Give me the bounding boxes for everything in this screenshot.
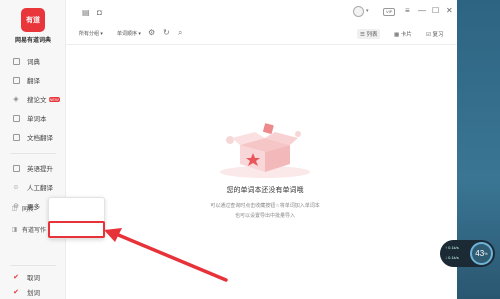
sidebar-item-english-boost[interactable]: 英语提升	[12, 162, 53, 174]
maximize-icon[interactable]: ☐	[432, 7, 439, 15]
menu-item-simultaneous[interactable]: ◫ 同传	[11, 204, 34, 213]
checkbox-checked-icon: ✔	[13, 289, 19, 296]
sidebar-divider	[10, 265, 56, 266]
notebook-icon[interactable]: ▤	[82, 8, 90, 17]
writing-icon: ◨	[11, 227, 18, 233]
network-speed-widget[interactable]: ↑ 0.1k/s ↓ 0.1k/s 43%	[440, 240, 495, 267]
camera-icon[interactable]: ◘	[97, 8, 102, 17]
menu-item-label: 同传	[22, 207, 35, 213]
group-filter-label: 所有分组	[79, 31, 100, 37]
app-name: 网易有道词典	[14, 38, 51, 44]
menu-item-label: 有道写作	[22, 228, 47, 234]
sidebar-item-label: 翻译	[27, 78, 40, 85]
new-badge: NEW	[48, 96, 60, 102]
usage-gauge: 43%	[470, 242, 493, 265]
translate-icon	[12, 76, 20, 84]
sort-label: 单词顺序	[117, 31, 138, 37]
sidebar-item-human-translate[interactable]: ☺ 人工翻译	[12, 181, 53, 193]
menu-item-writing[interactable]: ◨ 有道写作	[11, 225, 46, 234]
simultaneous-icon: ◫	[11, 206, 18, 212]
sidebar-item-label: 文档翻译	[27, 135, 53, 142]
empty-state-desc: 也可以设置导出中批量导入	[234, 213, 295, 219]
person-icon: ☺	[12, 183, 20, 191]
view-review-label: 复习	[432, 32, 444, 38]
review-icon: ☑	[426, 32, 431, 38]
paper-search-icon: ◈	[13, 96, 19, 103]
group-filter-dropdown[interactable]: 所有分组 ▾	[79, 30, 103, 37]
card-icon: ▦	[394, 32, 400, 38]
document-icon	[12, 133, 20, 141]
view-list-label: 列表	[366, 32, 378, 38]
usage-unit: %	[484, 251, 488, 256]
highlight-box	[48, 221, 105, 238]
dictionary-icon	[12, 57, 20, 65]
upload-icon: ↑	[445, 245, 447, 250]
wordbook-icon	[12, 114, 20, 122]
sidebar-item-label: 英语提升	[27, 166, 53, 173]
annotation-arrow	[104, 228, 228, 282]
sidebar-item-label: 搜论文	[27, 97, 47, 104]
app-window: 有道 网易有道词典 词典 翻译 ◈ 搜论文 NEW 单词本 文档翻译 英语提升	[0, 0, 457, 299]
view-card-label: 卡片	[400, 32, 412, 38]
sidebar-item-translate[interactable]: 翻译	[12, 74, 40, 86]
sidebar-item-dictionary[interactable]: 词典	[12, 55, 40, 67]
sidebar: 有道 网易有道词典 词典 翻译 ◈ 搜论文 NEW 单词本 文档翻译 英语提升	[0, 0, 66, 299]
sidebar-item-label: 人工翻译	[27, 185, 53, 192]
view-list-button[interactable]: ☰ 列表	[357, 29, 381, 39]
toolbar-divider	[66, 44, 457, 45]
usage-percent: 43	[475, 249, 485, 258]
empty-state-desc: 可以通过查询时点击收藏按钮☆将单词加入单词本	[210, 203, 320, 209]
list-icon: ☰	[360, 32, 365, 38]
close-icon[interactable]: ✕	[446, 7, 453, 15]
toggle-lookup[interactable]: ✔ 取词	[12, 271, 40, 283]
sidebar-item-doc-translate[interactable]: 文档翻译	[12, 131, 53, 143]
download-speed: 0.1k/s	[448, 255, 459, 260]
sort-dropdown[interactable]: 单词顺序 ▾	[117, 30, 141, 37]
app-logo: 有道	[21, 8, 45, 32]
sidebar-item-paper-search[interactable]: ◈ 搜论文 NEW	[12, 93, 60, 105]
menu-icon[interactable]: ≡	[405, 7, 410, 15]
sidebar-item-label: 单词本	[27, 116, 47, 123]
vip-badge[interactable]: VIP	[383, 8, 396, 16]
empty-state-title: 您的单词本还没有单词哦	[226, 187, 304, 194]
toggle-select[interactable]: ✔ 划词	[12, 286, 40, 298]
sidebar-item-label: 词典	[27, 59, 40, 66]
toggle-label: 取词	[27, 275, 40, 282]
minimize-icon[interactable]: —	[418, 7, 426, 15]
checkbox-checked-icon: ✔	[13, 274, 19, 281]
chart-icon	[12, 164, 20, 172]
title-bar	[66, 0, 457, 25]
download-icon: ↓	[445, 255, 447, 260]
view-review-button[interactable]: ☑ 复习	[423, 29, 446, 39]
empty-box-illustration	[220, 123, 310, 178]
search-icon[interactable]: ⌕	[178, 28, 182, 38]
sidebar-divider	[10, 153, 56, 154]
toggle-label: 划词	[27, 290, 40, 297]
upload-speed: 0.1k/s	[448, 245, 459, 250]
view-card-button[interactable]: ▦ 卡片	[391, 29, 415, 39]
refresh-icon[interactable]: ↻	[163, 28, 170, 37]
avatar[interactable]	[353, 6, 364, 17]
chevron-down-icon[interactable]: ▾	[366, 8, 369, 14]
sidebar-item-wordbook[interactable]: 单词本	[12, 112, 47, 124]
settings-icon[interactable]: ⚙	[148, 28, 155, 37]
